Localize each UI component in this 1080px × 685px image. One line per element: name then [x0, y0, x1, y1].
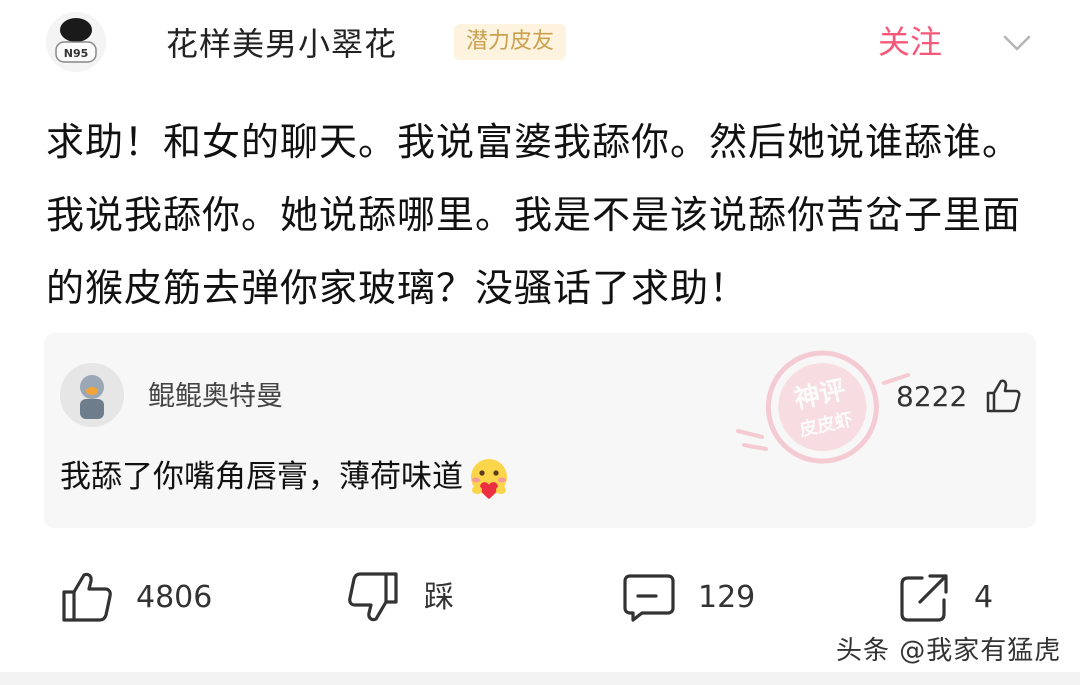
dislike-button[interactable]: [346, 570, 400, 624]
comment-button[interactable]: [622, 570, 676, 624]
author-name[interactable]: 花样美男小翠花: [166, 22, 397, 66]
post-text: 求助！和女的聊天。我说富婆我舔你。然后她说谁舔谁。我说我舔你。她说舔哪里。我是不…: [46, 120, 1022, 310]
comment-text-content: 我舔了你嘴角唇膏，薄荷味道: [60, 459, 463, 495]
commenter-avatar[interactable]: [60, 363, 124, 427]
comment-text: 我舔了你嘴角唇膏，薄荷味道: [60, 455, 513, 501]
bottom-divider: [0, 672, 1080, 685]
chevron-down-icon[interactable]: [1000, 26, 1034, 60]
follow-button[interactable]: 关注: [878, 20, 942, 64]
dislike-label: 踩: [424, 580, 454, 615]
user-level-badge: 潜力皮友: [454, 24, 567, 60]
source-watermark: 头条 @我家有猛虎: [836, 636, 1062, 666]
author-avatar[interactable]: N95: [46, 12, 106, 72]
avatar-mask-text: N95: [64, 47, 89, 60]
share-button[interactable]: [898, 570, 952, 624]
share-count: 4: [974, 580, 994, 615]
comment-count: 129: [698, 580, 756, 615]
like-count: 4806: [136, 580, 213, 615]
commenter-name[interactable]: 鲲鲲奥特曼: [148, 379, 283, 415]
top-comment[interactable]: 鲲鲲奥特曼 神评 皮皮虾 8222 我舔了你嘴角唇膏，薄荷味道: [44, 333, 1036, 528]
comment-like-count: 8222: [896, 380, 968, 413]
hot-comment-stamp: 神评 皮皮虾: [736, 350, 910, 464]
thumbs-up-icon[interactable]: [984, 377, 1022, 415]
like-button[interactable]: [60, 570, 114, 624]
heart-emoji-icon: [465, 457, 513, 501]
